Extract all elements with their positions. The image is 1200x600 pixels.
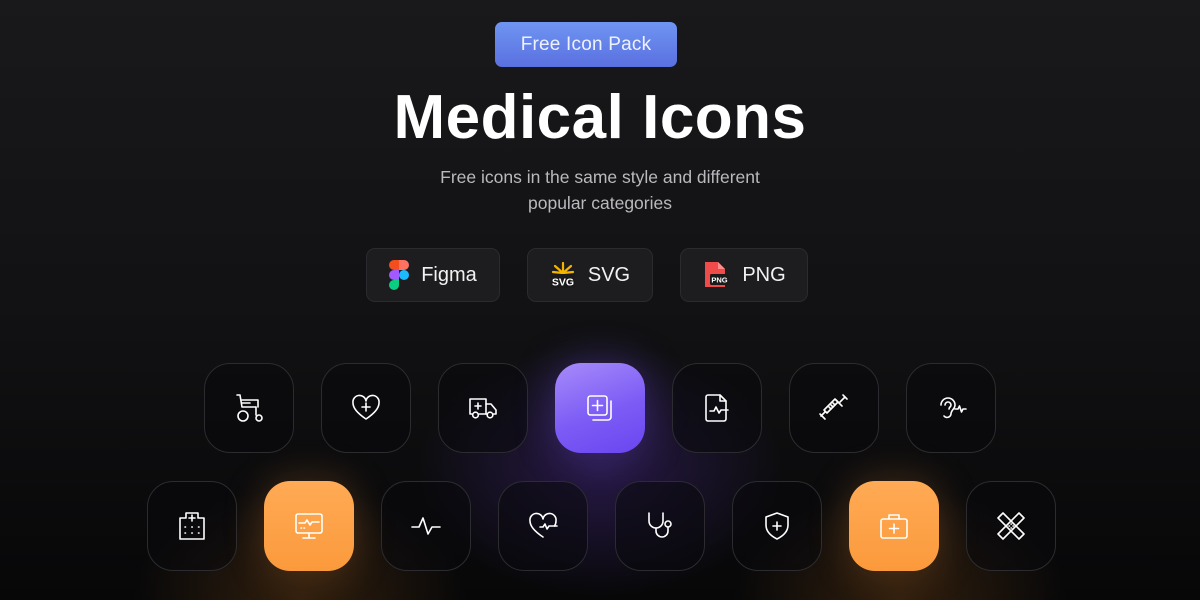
page-title: Medical Icons — [393, 83, 807, 152]
figma-label: Figma — [421, 263, 477, 286]
tile-medical-report[interactable] — [672, 363, 762, 453]
svg-file-icon: SVG — [550, 261, 576, 289]
page-subtitle: Free icons in the same style and differe… — [0, 164, 1200, 216]
tile-pulse[interactable] — [381, 481, 471, 571]
png-label: PNG — [742, 263, 786, 286]
tile-ambulance[interactable] — [438, 363, 528, 453]
add-copy-icon — [587, 395, 612, 421]
tile-stethoscope[interactable] — [615, 481, 705, 571]
tile-shield-plus[interactable] — [732, 481, 822, 571]
subtitle-line-1: Free icons in the same style and differe… — [440, 167, 760, 187]
svg-label: SVG — [587, 263, 631, 286]
hospital-icon — [179, 512, 205, 540]
tile-first-aid-kit[interactable] — [849, 481, 939, 571]
tile-hospital[interactable] — [147, 481, 237, 571]
png-file-icon: PNG — [702, 261, 730, 289]
tile-ear[interactable] — [906, 363, 996, 453]
heart-plus-icon — [352, 394, 380, 420]
tile-heart-monitor[interactable] — [264, 481, 354, 571]
first-aid-kit-icon — [880, 514, 908, 539]
svg-button[interactable]: SVG SVG — [527, 248, 653, 302]
tile-heart-plus[interactable] — [321, 363, 411, 453]
wheelchair-icon — [236, 394, 263, 422]
svg-text:SVG: SVG — [552, 277, 574, 289]
pulse-icon — [411, 517, 441, 535]
tile-add-copy[interactable] — [555, 363, 645, 453]
medical-report-icon — [705, 394, 729, 422]
bandage-icon — [997, 512, 1025, 540]
figma-icon — [389, 260, 410, 290]
svg-text:PNG: PNG — [712, 276, 728, 285]
subtitle-line-2: popular categories — [528, 193, 672, 213]
png-button[interactable]: PNG PNG — [680, 248, 808, 302]
tile-bandage[interactable] — [966, 481, 1056, 571]
ambulance-icon — [469, 398, 497, 419]
ear-hearing-icon — [940, 397, 967, 419]
format-buttons: Figma SVG SVG PNG PNG — [0, 248, 1200, 302]
tile-heartbeat[interactable] — [498, 481, 588, 571]
tile-wheelchair[interactable] — [204, 363, 294, 453]
free-icon-pack-badge[interactable]: Free Icon Pack — [495, 22, 677, 67]
shield-plus-icon — [765, 512, 789, 540]
figma-button[interactable]: Figma — [366, 248, 500, 302]
syringe-icon — [819, 394, 848, 420]
stethoscope-icon — [648, 512, 672, 538]
heartbeat-icon — [529, 512, 558, 538]
heart-monitor-icon — [295, 513, 323, 539]
tile-syringe[interactable] — [789, 363, 879, 453]
